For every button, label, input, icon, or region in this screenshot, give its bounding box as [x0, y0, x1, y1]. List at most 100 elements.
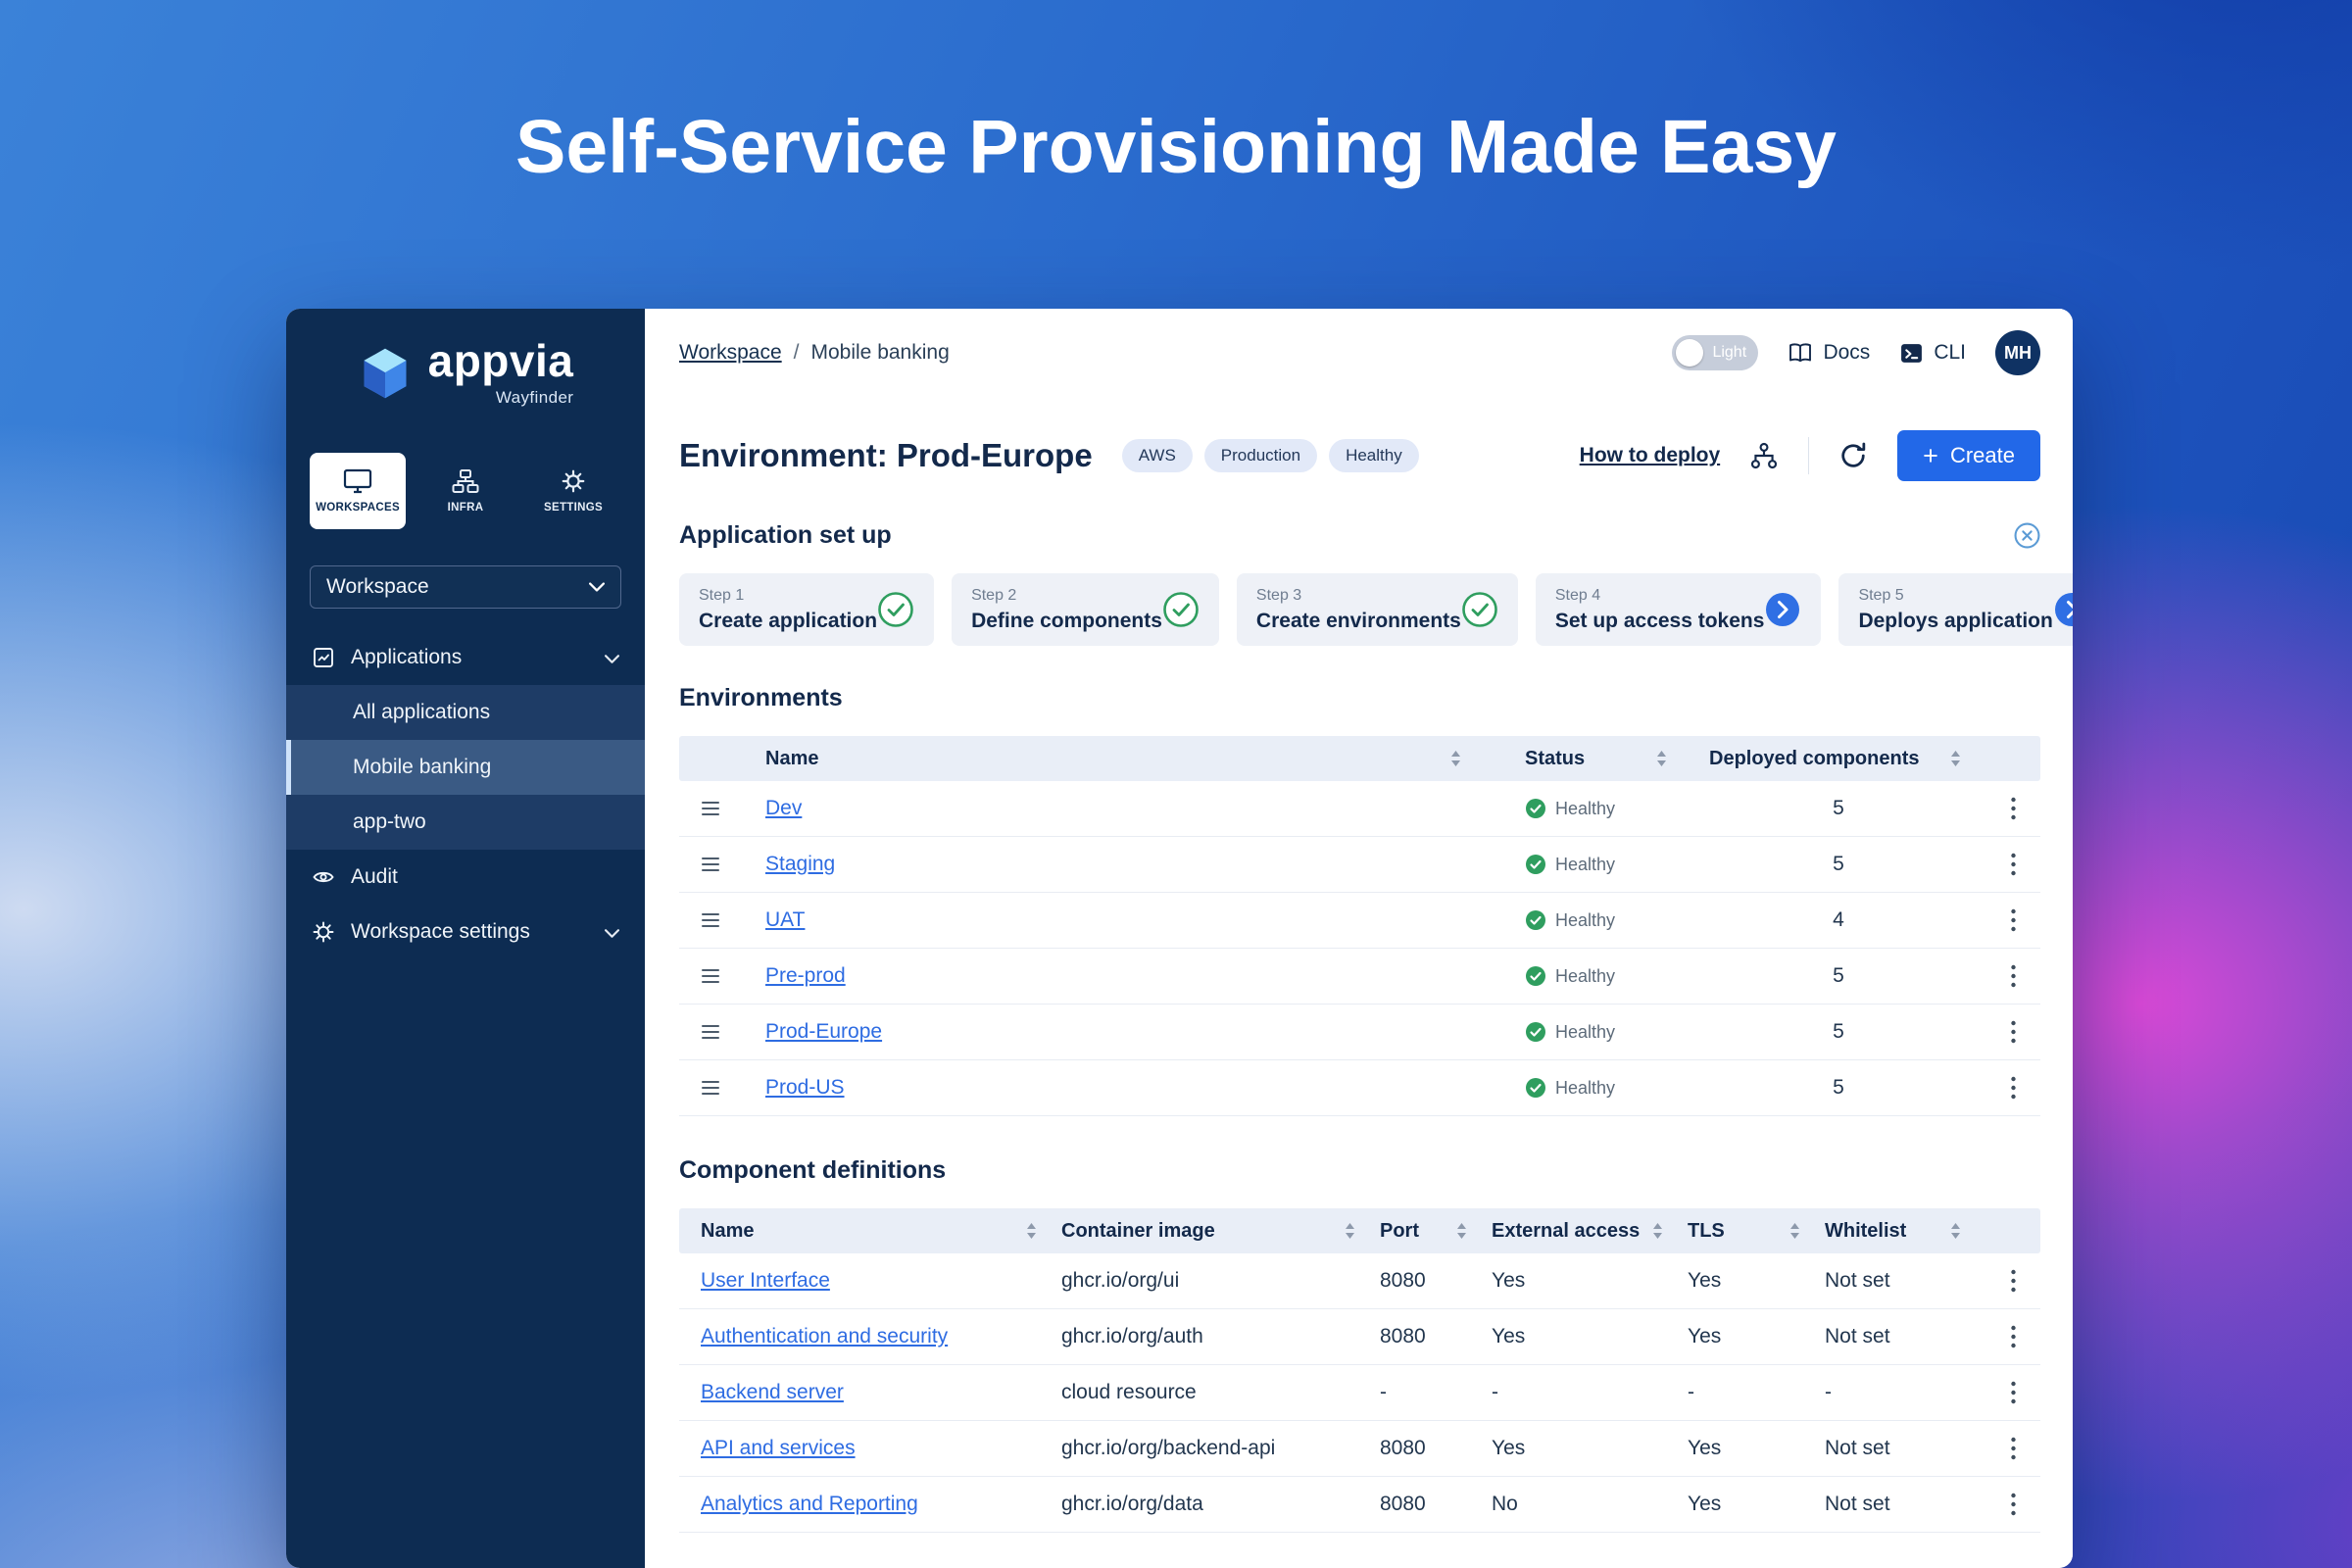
sidebar-item-app-two[interactable]: app-two: [286, 795, 645, 850]
sort-icon[interactable]: [1949, 1221, 1985, 1241]
workspace-selector[interactable]: Workspace: [310, 565, 621, 609]
column-header-external-access: External access: [1492, 1220, 1640, 1243]
tls: Yes: [1688, 1269, 1825, 1293]
row-menu-button[interactable]: [1985, 797, 2040, 820]
sort-icon[interactable]: [1449, 749, 1486, 768]
component-link[interactable]: Backend server: [701, 1381, 844, 1403]
component-link[interactable]: API and services: [701, 1437, 856, 1459]
environment-link[interactable]: Dev: [765, 797, 802, 819]
column-header-port: Port: [1380, 1220, 1419, 1243]
healthy-status-icon: [1525, 965, 1546, 987]
setup-steps: Step 1 Create application Step 2 Define …: [679, 573, 2040, 646]
theme-toggle[interactable]: Light: [1672, 335, 1758, 370]
row-menu-button[interactable]: [1985, 1493, 2040, 1516]
create-button[interactable]: + Create: [1897, 430, 2040, 481]
step-card-3[interactable]: Step 3 Create environments: [1237, 573, 1518, 646]
badge-healthy: Healthy: [1329, 439, 1419, 472]
step-card-1[interactable]: Step 1 Create application: [679, 573, 934, 646]
topbar: Workspace / Mobile banking Light Docs: [679, 309, 2040, 397]
tab-workspaces[interactable]: WORKSPACES: [310, 453, 406, 529]
sidebar-item-mobile-banking[interactable]: Mobile banking: [286, 740, 645, 795]
row-menu-button[interactable]: [1985, 1381, 2040, 1404]
step-card-5[interactable]: Step 5 Deploys application: [1838, 573, 2073, 646]
brand-subtitle: Wayfinder: [428, 388, 574, 408]
drag-handle-icon[interactable]: [679, 968, 742, 984]
eye-icon: [312, 865, 335, 889]
row-menu-button[interactable]: [1985, 964, 2040, 988]
how-to-deploy-link[interactable]: How to deploy: [1580, 444, 1721, 467]
whitelist: Not set: [1825, 1493, 1985, 1516]
sidebar-item-label: Mobile banking: [353, 756, 491, 779]
row-menu-button[interactable]: [1985, 1437, 2040, 1460]
refresh-button[interactable]: [1833, 435, 1874, 476]
step-card-4[interactable]: Step 4 Set up access tokens: [1536, 573, 1822, 646]
environments-table: Name Status Deployed compo: [679, 736, 2040, 1116]
row-menu-button[interactable]: [1985, 1076, 2040, 1100]
sidebar-item-applications[interactable]: Applications: [286, 630, 645, 685]
topology-button[interactable]: [1743, 435, 1785, 476]
refresh-icon: [1838, 440, 1869, 471]
sidebar-item-audit[interactable]: Audit: [286, 850, 645, 905]
sort-icon[interactable]: [1655, 749, 1691, 768]
sort-icon[interactable]: [1344, 1221, 1380, 1241]
row-menu-button[interactable]: [1985, 1020, 2040, 1044]
breadcrumb-workspace-link[interactable]: Workspace: [679, 341, 782, 365]
drag-handle-icon[interactable]: [679, 801, 742, 816]
hero-title: Self-Service Provisioning Made Easy: [0, 104, 2352, 191]
column-header-whitelist: Whitelist: [1825, 1220, 1906, 1243]
cli-label: CLI: [1934, 341, 1966, 365]
environments-table-header: Name Status Deployed compo: [679, 736, 2040, 781]
deployed-count: 4: [1691, 908, 1985, 932]
environment-link[interactable]: Prod-Europe: [765, 1020, 882, 1043]
environment-link[interactable]: UAT: [765, 908, 805, 931]
arrow-circle-icon: [1764, 591, 1801, 628]
setup-section-title: Application set up: [679, 520, 892, 550]
component-link[interactable]: User Interface: [701, 1269, 830, 1292]
breadcrumb: Workspace / Mobile banking: [679, 341, 950, 365]
tab-infra[interactable]: INFRA: [417, 453, 514, 529]
row-menu-button[interactable]: [1985, 1269, 2040, 1293]
theme-toggle-label: Light: [1712, 344, 1746, 362]
user-avatar[interactable]: MH: [1995, 330, 2040, 375]
drag-handle-icon[interactable]: [679, 1080, 742, 1096]
docs-link[interactable]: Docs: [1788, 341, 1870, 365]
drag-handle-icon[interactable]: [679, 1024, 742, 1040]
deployed-count: 5: [1691, 964, 1985, 988]
sort-icon[interactable]: [1455, 1221, 1492, 1241]
environments-title: Environments: [679, 683, 2040, 712]
sidebar: appvia Wayfinder WORKSPACES: [286, 309, 645, 1568]
environment-link[interactable]: Pre-prod: [765, 964, 846, 987]
component-link[interactable]: Analytics and Reporting: [701, 1493, 918, 1515]
status-label: Healthy: [1555, 855, 1615, 875]
step-number: Step 4: [1555, 587, 1765, 605]
drag-handle-icon[interactable]: [679, 912, 742, 928]
tab-settings[interactable]: SETTINGS: [525, 453, 621, 529]
environment-link[interactable]: Prod-US: [765, 1076, 845, 1099]
step-label: Set up access tokens: [1555, 610, 1765, 633]
close-setup-button[interactable]: [2013, 521, 2040, 549]
infra-nodes-icon: [452, 468, 479, 494]
sidebar-item-all-applications[interactable]: All applications: [286, 685, 645, 740]
sort-icon[interactable]: [1651, 1221, 1688, 1241]
port: 8080: [1380, 1325, 1492, 1348]
sort-icon[interactable]: [1788, 1221, 1825, 1241]
cli-link[interactable]: CLI: [1899, 341, 1966, 366]
sort-icon[interactable]: [1025, 1221, 1061, 1241]
row-menu-button[interactable]: [1985, 908, 2040, 932]
whitelist: Not set: [1825, 1325, 1985, 1348]
step-card-2[interactable]: Step 2 Define components: [952, 573, 1219, 646]
tab-label: INFRA: [448, 502, 484, 514]
port: 8080: [1380, 1437, 1492, 1460]
environment-link[interactable]: Staging: [765, 853, 835, 875]
container-image: ghcr.io/org/backend-api: [1061, 1437, 1380, 1460]
component-link[interactable]: Authentication and security: [701, 1325, 948, 1348]
status-label: Healthy: [1555, 910, 1615, 931]
row-menu-button[interactable]: [1985, 853, 2040, 876]
status-label: Healthy: [1555, 966, 1615, 987]
sidebar-item-workspace-settings[interactable]: Workspace settings: [286, 905, 645, 959]
environment-row: Dev Healthy 5: [679, 781, 2040, 837]
row-menu-button[interactable]: [1985, 1325, 2040, 1348]
sort-icon[interactable]: [1949, 749, 1985, 768]
drag-handle-icon[interactable]: [679, 857, 742, 872]
status-label: Healthy: [1555, 1078, 1615, 1099]
